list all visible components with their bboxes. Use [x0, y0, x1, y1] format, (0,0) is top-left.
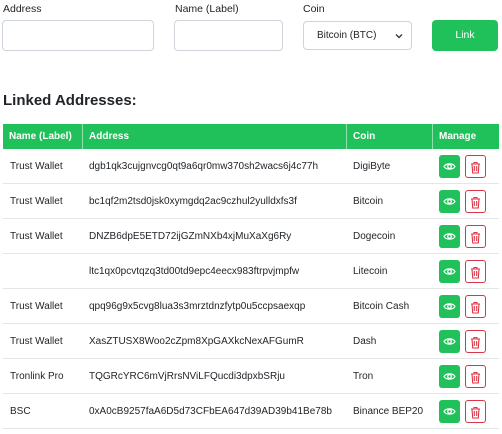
row-address: 0xA0cB9257faA6D5d73CFbEA647d39AD39b41Be7… [89, 406, 332, 417]
row-coin: Litecoin [353, 266, 388, 277]
name-input[interactable] [174, 20, 283, 51]
view-button[interactable] [439, 190, 460, 213]
address-label: Address [3, 3, 42, 15]
trash-icon [471, 301, 480, 314]
eye-icon [443, 163, 456, 170]
view-button[interactable] [439, 365, 460, 388]
header-address: Address [82, 124, 346, 149]
row-address: dgb1qk3cujgnvcg0qt9a6qr0mw370sh2wacs6j4c… [89, 161, 319, 172]
eye-icon [443, 408, 456, 415]
header-coin: Coin [346, 124, 432, 149]
table-row: Trust Wallet bc1qf2m2tsd0jsk0xymgdq2ac9cz… [3, 184, 499, 219]
name-label: Name (Label) [175, 3, 239, 15]
coin-label: Coin [303, 3, 325, 15]
eye-icon [443, 338, 456, 345]
delete-button[interactable] [465, 365, 486, 388]
eye-icon [443, 303, 456, 310]
row-name: Trust Wallet [10, 196, 63, 207]
trash-icon [471, 406, 480, 419]
view-button[interactable] [439, 225, 460, 248]
trash-icon [471, 196, 480, 209]
view-button[interactable] [439, 295, 460, 318]
row-name: Trust Wallet [10, 301, 63, 312]
view-button[interactable] [439, 260, 460, 283]
coin-select[interactable]: Bitcoin (BTC) [303, 21, 412, 50]
chevron-down-icon [395, 34, 403, 39]
row-coin: Binance BEP20 [353, 406, 424, 417]
link-button[interactable]: Link [432, 20, 498, 51]
header-manage: Manage [432, 124, 499, 149]
trash-icon [471, 161, 480, 174]
header-name: Name (Label) [9, 131, 72, 142]
eye-icon [443, 268, 456, 275]
linked-addresses-table: Name (Label) Address Coin Manage Trust W… [3, 124, 499, 429]
eye-icon [443, 373, 456, 380]
row-coin: Dash [353, 336, 377, 347]
row-name: Trust Wallet [10, 336, 63, 347]
table-row: ltc1qx0pcvtqzq3td00td9epc4eecx983ftrpvjm… [3, 254, 499, 289]
row-coin: Tron [353, 371, 374, 382]
table-row: Trust Wallet DNZB6dpE5ETD72ijGZmNXb4xjMuX… [3, 219, 499, 254]
delete-button[interactable] [465, 400, 486, 423]
table-row: BSC 0xA0cB9257faA6D5d73CFbEA647d39AD39b41… [3, 394, 499, 429]
view-button[interactable] [439, 400, 460, 423]
row-name: BSC [10, 406, 31, 417]
row-address: TQGRcYRC6mVjRrsNViLFQucdi3dpxbSRju [89, 371, 285, 382]
row-coin: DigiByte [353, 161, 391, 172]
table-row: Trust Wallet XasZTUSX8Woo2cZpm8XpGAXkcNex… [3, 324, 499, 359]
eye-icon [443, 233, 456, 240]
row-coin: Bitcoin Cash [353, 301, 410, 312]
delete-button[interactable] [465, 155, 486, 178]
row-coin: Bitcoin [353, 196, 384, 207]
row-address: XasZTUSX8Woo2cZpm8XpGAXkcNexAFGumR [89, 336, 304, 347]
trash-icon [471, 371, 480, 384]
link-address-form: Address Name (Label) Coin Bitcoin (BTC) … [0, 0, 502, 60]
view-button[interactable] [439, 155, 460, 178]
table-row: Trust Wallet qpq96g9x5cvg8lua3s3mrztdnzfy… [3, 289, 499, 324]
delete-button[interactable] [465, 330, 486, 353]
delete-button[interactable] [465, 295, 486, 318]
table-body: Trust Wallet dgb1qk3cujgnvcg0qt9a6qr0mw37… [3, 149, 499, 429]
row-address: bc1qf2m2tsd0jsk0xymgdq2ac9czhul2yulldxfs… [89, 196, 297, 207]
table-row: Trust Wallet dgb1qk3cujgnvcg0qt9a6qr0mw37… [3, 149, 499, 184]
section-title: Linked Addresses: [3, 92, 137, 109]
view-button[interactable] [439, 330, 460, 353]
table-row: Tronlink Pro TQGRcYRC6mVjRrsNViLFQucdi3dp… [3, 359, 499, 394]
delete-button[interactable] [465, 260, 486, 283]
row-name: Trust Wallet [10, 231, 63, 242]
eye-icon [443, 198, 456, 205]
table-header: Name (Label) Address Coin Manage [3, 124, 499, 149]
row-address: qpq96g9x5cvg8lua3s3mrztdnzfytp0u5ccpsaex… [89, 301, 306, 312]
row-coin: Dogecoin [353, 231, 396, 242]
coin-select-value: Bitcoin (BTC) [317, 30, 377, 41]
row-name: Tronlink Pro [10, 371, 64, 382]
trash-icon [471, 231, 480, 244]
delete-button[interactable] [465, 190, 486, 213]
row-name: Trust Wallet [10, 161, 63, 172]
delete-button[interactable] [465, 225, 486, 248]
row-address: DNZB6dpE5ETD72ijGZmNXb4xjMuXaXg6Ry [89, 231, 292, 242]
trash-icon [471, 336, 480, 349]
trash-icon [471, 266, 480, 279]
address-input[interactable] [2, 20, 154, 51]
row-address: ltc1qx0pcvtqzq3td00td9epc4eecx983ftrpvjm… [89, 266, 300, 277]
